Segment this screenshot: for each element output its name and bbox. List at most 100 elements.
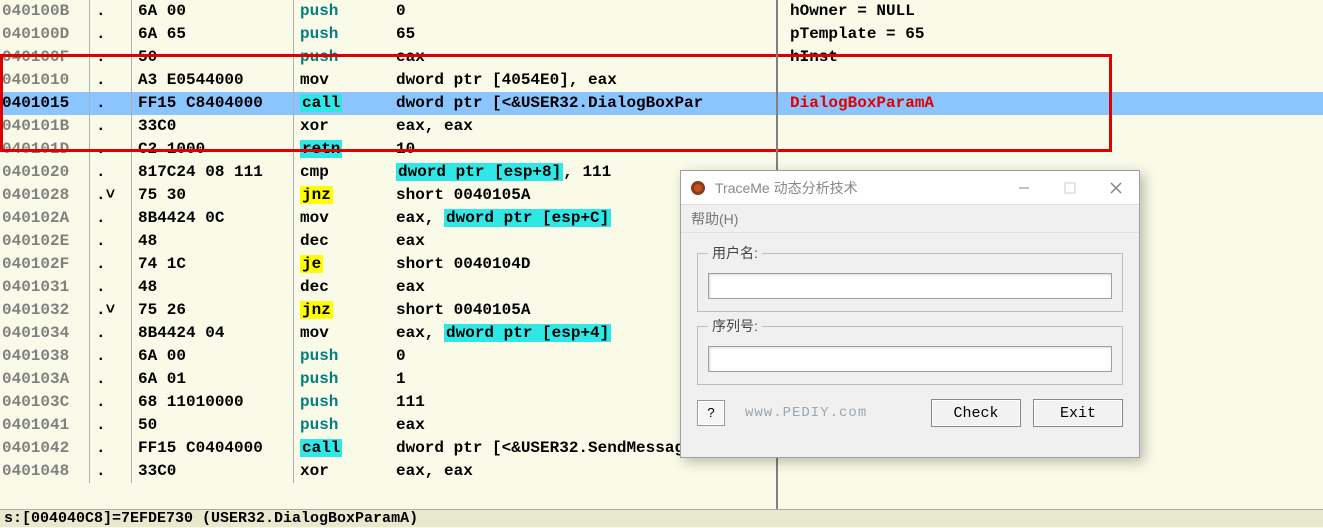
- minimize-button[interactable]: [1001, 171, 1047, 205]
- address: 040102F: [0, 253, 90, 276]
- close-button[interactable]: [1093, 171, 1139, 205]
- serial-label: 序列号:: [708, 316, 762, 336]
- exit-button[interactable]: Exit: [1033, 399, 1123, 427]
- address: 0401010: [0, 69, 90, 92]
- bytes: 74 1C: [132, 253, 294, 276]
- serial-input[interactable]: [708, 346, 1112, 372]
- address: 0401042: [0, 437, 90, 460]
- marker: .: [90, 230, 132, 253]
- operands: eax, eax: [390, 115, 780, 138]
- marker: .: [90, 115, 132, 138]
- address: 040102E: [0, 230, 90, 253]
- marker: .: [90, 69, 132, 92]
- marker: .: [90, 161, 132, 184]
- check-button[interactable]: Check: [931, 399, 1021, 427]
- mnemonic: xor: [294, 460, 390, 483]
- help-button[interactable]: ?: [697, 400, 725, 426]
- address: 0401015: [0, 92, 90, 115]
- marker: .: [90, 138, 132, 161]
- address: 040103A: [0, 368, 90, 391]
- operands: eax, eax: [390, 460, 780, 483]
- username-input[interactable]: [708, 273, 1112, 299]
- mnemonic: push: [294, 391, 390, 414]
- bytes: 817C24 08 111: [132, 161, 294, 184]
- menu-help[interactable]: 帮助(H): [691, 211, 738, 227]
- comment: [780, 460, 1323, 483]
- address: 0401020: [0, 161, 90, 184]
- comment: [780, 115, 1323, 138]
- bytes: 75 30: [132, 184, 294, 207]
- username-group: 用户名:: [697, 243, 1123, 312]
- marker: .: [90, 391, 132, 414]
- address: 0401048: [0, 460, 90, 483]
- disasm-row[interactable]: 0401010.A3 E0544000movdword ptr [4054E0]…: [0, 69, 1323, 92]
- bytes: 33C0: [132, 460, 294, 483]
- mnemonic: push: [294, 368, 390, 391]
- mnemonic: jnz: [294, 299, 390, 322]
- dialog-title: TraceMe 动态分析技术: [715, 178, 1001, 198]
- disasm-row[interactable]: 040101B.33C0xoreax, eax: [0, 115, 1323, 138]
- marker: .: [90, 207, 132, 230]
- address: 0401031: [0, 276, 90, 299]
- comment: [780, 138, 1323, 161]
- address: 0401028: [0, 184, 90, 207]
- operands: 10: [390, 138, 780, 161]
- bytes: 48: [132, 230, 294, 253]
- address: 0401032: [0, 299, 90, 322]
- bytes: 6A 65: [132, 23, 294, 46]
- mnemonic: mov: [294, 69, 390, 92]
- operands: dword ptr [<&USER32.DialogBoxPar: [390, 92, 780, 115]
- disasm-row[interactable]: 0401048.33C0xoreax, eax: [0, 460, 1323, 483]
- bytes: C2 1000: [132, 138, 294, 161]
- mnemonic: push: [294, 345, 390, 368]
- bytes: 6A 00: [132, 0, 294, 23]
- dialog-menubar[interactable]: 帮助(H): [681, 205, 1139, 233]
- marker: .˅: [90, 184, 132, 207]
- dialog-titlebar[interactable]: TraceMe 动态分析技术: [681, 171, 1139, 205]
- address: 0401038: [0, 345, 90, 368]
- marker: .: [90, 0, 132, 23]
- disasm-row[interactable]: 040100F.50pusheaxhInst: [0, 46, 1323, 69]
- comment: pTemplate = 65: [780, 23, 1323, 46]
- bytes: 8B4424 04: [132, 322, 294, 345]
- status-bar: s:[004040C8]=7EFDE730 (USER32.DialogBoxP…: [0, 509, 1323, 527]
- address: 040101D: [0, 138, 90, 161]
- comment: [780, 69, 1323, 92]
- bytes: A3 E0544000: [132, 69, 294, 92]
- mnemonic: retn: [294, 138, 390, 161]
- marker: .: [90, 437, 132, 460]
- marker: .: [90, 414, 132, 437]
- mnemonic: push: [294, 0, 390, 23]
- comment: hInst: [780, 46, 1323, 69]
- mnemonic: xor: [294, 115, 390, 138]
- mnemonic: push: [294, 46, 390, 69]
- bytes: FF15 C0404000: [132, 437, 294, 460]
- comment: DialogBoxParamA: [780, 92, 1323, 115]
- marker: .: [90, 92, 132, 115]
- address: 0401034: [0, 322, 90, 345]
- pediy-link[interactable]: www.PEDIY.com: [745, 405, 867, 421]
- disasm-row[interactable]: 0401015.FF15 C8404000calldword ptr [<&US…: [0, 92, 1323, 115]
- maximize-button[interactable]: [1047, 171, 1093, 205]
- mnemonic: mov: [294, 207, 390, 230]
- bytes: 33C0: [132, 115, 294, 138]
- operands: eax: [390, 46, 780, 69]
- marker: .: [90, 23, 132, 46]
- mnemonic: dec: [294, 230, 390, 253]
- address: 040101B: [0, 115, 90, 138]
- mnemonic: mov: [294, 322, 390, 345]
- bytes: 6A 00: [132, 345, 294, 368]
- disasm-row[interactable]: 040101D.C2 1000retn10: [0, 138, 1323, 161]
- dialog-body: 用户名: 序列号: ? www.PEDIY.com Check Exit: [681, 233, 1139, 437]
- marker: .: [90, 345, 132, 368]
- address: 040100D: [0, 23, 90, 46]
- operands: 65: [390, 23, 780, 46]
- bytes: 50: [132, 414, 294, 437]
- address: 0401041: [0, 414, 90, 437]
- marker: .: [90, 253, 132, 276]
- bytes: 48: [132, 276, 294, 299]
- traceme-dialog: TraceMe 动态分析技术 帮助(H) 用户名: 序列号: ? www.PED…: [680, 170, 1140, 458]
- mnemonic: push: [294, 414, 390, 437]
- disasm-row[interactable]: 040100D.6A 65push65pTemplate = 65: [0, 23, 1323, 46]
- disasm-row[interactable]: 040100B.6A 00push0hOwner = NULL: [0, 0, 1323, 23]
